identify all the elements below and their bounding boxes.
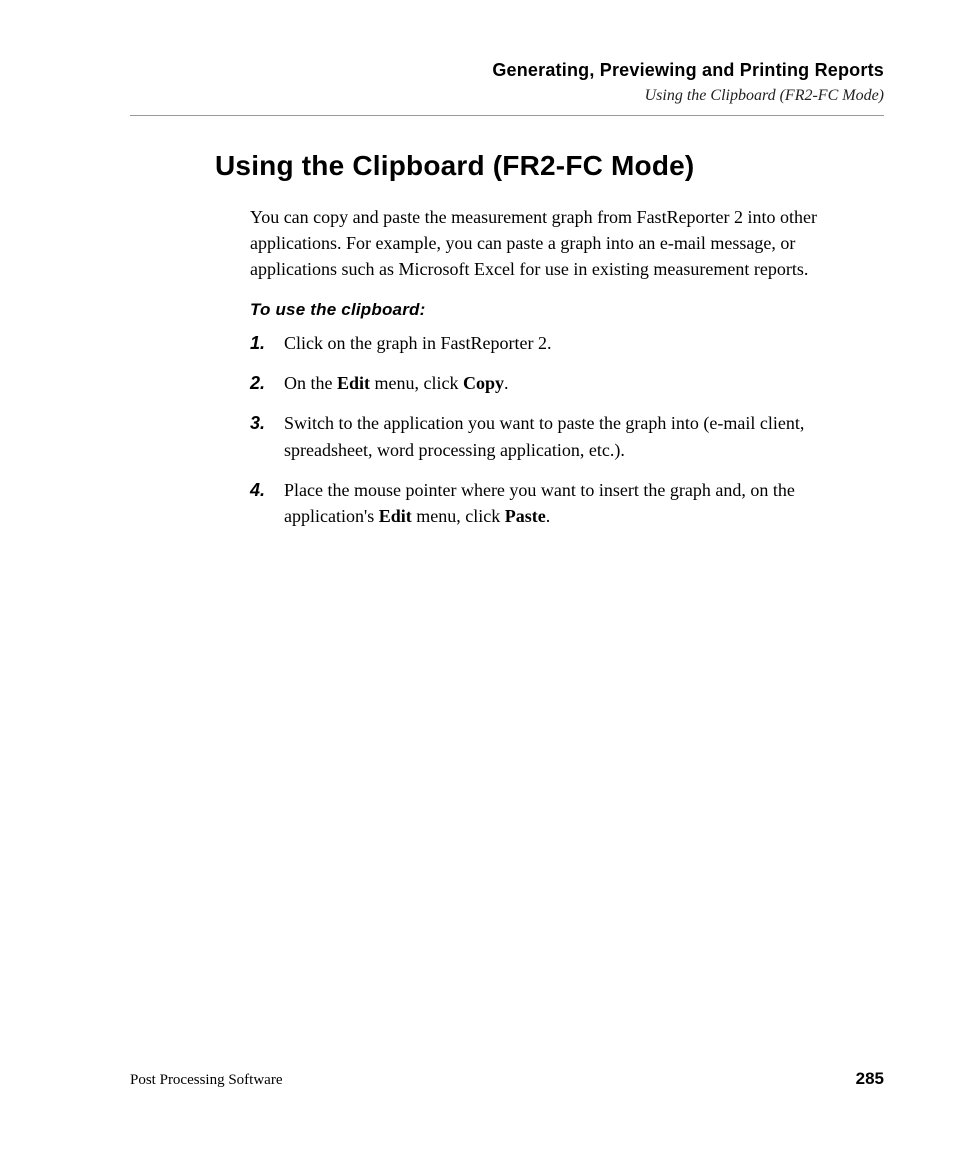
step-item: 3. Switch to the application you want to… <box>250 410 884 462</box>
chapter-title: Generating, Previewing and Printing Repo… <box>130 60 884 81</box>
page-header: Generating, Previewing and Printing Repo… <box>130 60 884 105</box>
page-footer: Post Processing Software 285 <box>130 1069 884 1089</box>
step-item: 1. Click on the graph in FastReporter 2. <box>250 330 884 356</box>
intro-paragraph: You can copy and paste the measurement g… <box>250 204 884 282</box>
step-item: 4. Place the mouse pointer where you wan… <box>250 477 884 529</box>
step-text: Switch to the application you want to pa… <box>284 410 884 462</box>
step-text: Place the mouse pointer where you want t… <box>284 477 884 529</box>
header-divider <box>130 115 884 116</box>
step-number: 4. <box>250 477 284 529</box>
section-reference: Using the Clipboard (FR2-FC Mode) <box>130 87 884 105</box>
step-number: 2. <box>250 370 284 396</box>
page-content: Generating, Previewing and Printing Repo… <box>0 0 954 529</box>
footer-doc-title: Post Processing Software <box>130 1072 283 1089</box>
step-text: On the Edit menu, click Copy. <box>284 370 884 396</box>
page-number: 285 <box>856 1069 884 1089</box>
section-heading: Using the Clipboard (FR2-FC Mode) <box>215 150 884 182</box>
step-number: 1. <box>250 330 284 356</box>
step-number: 3. <box>250 410 284 462</box>
step-item: 2. On the Edit menu, click Copy. <box>250 370 884 396</box>
procedure-subheading: To use the clipboard: <box>250 300 884 320</box>
step-text: Click on the graph in FastReporter 2. <box>284 330 884 356</box>
